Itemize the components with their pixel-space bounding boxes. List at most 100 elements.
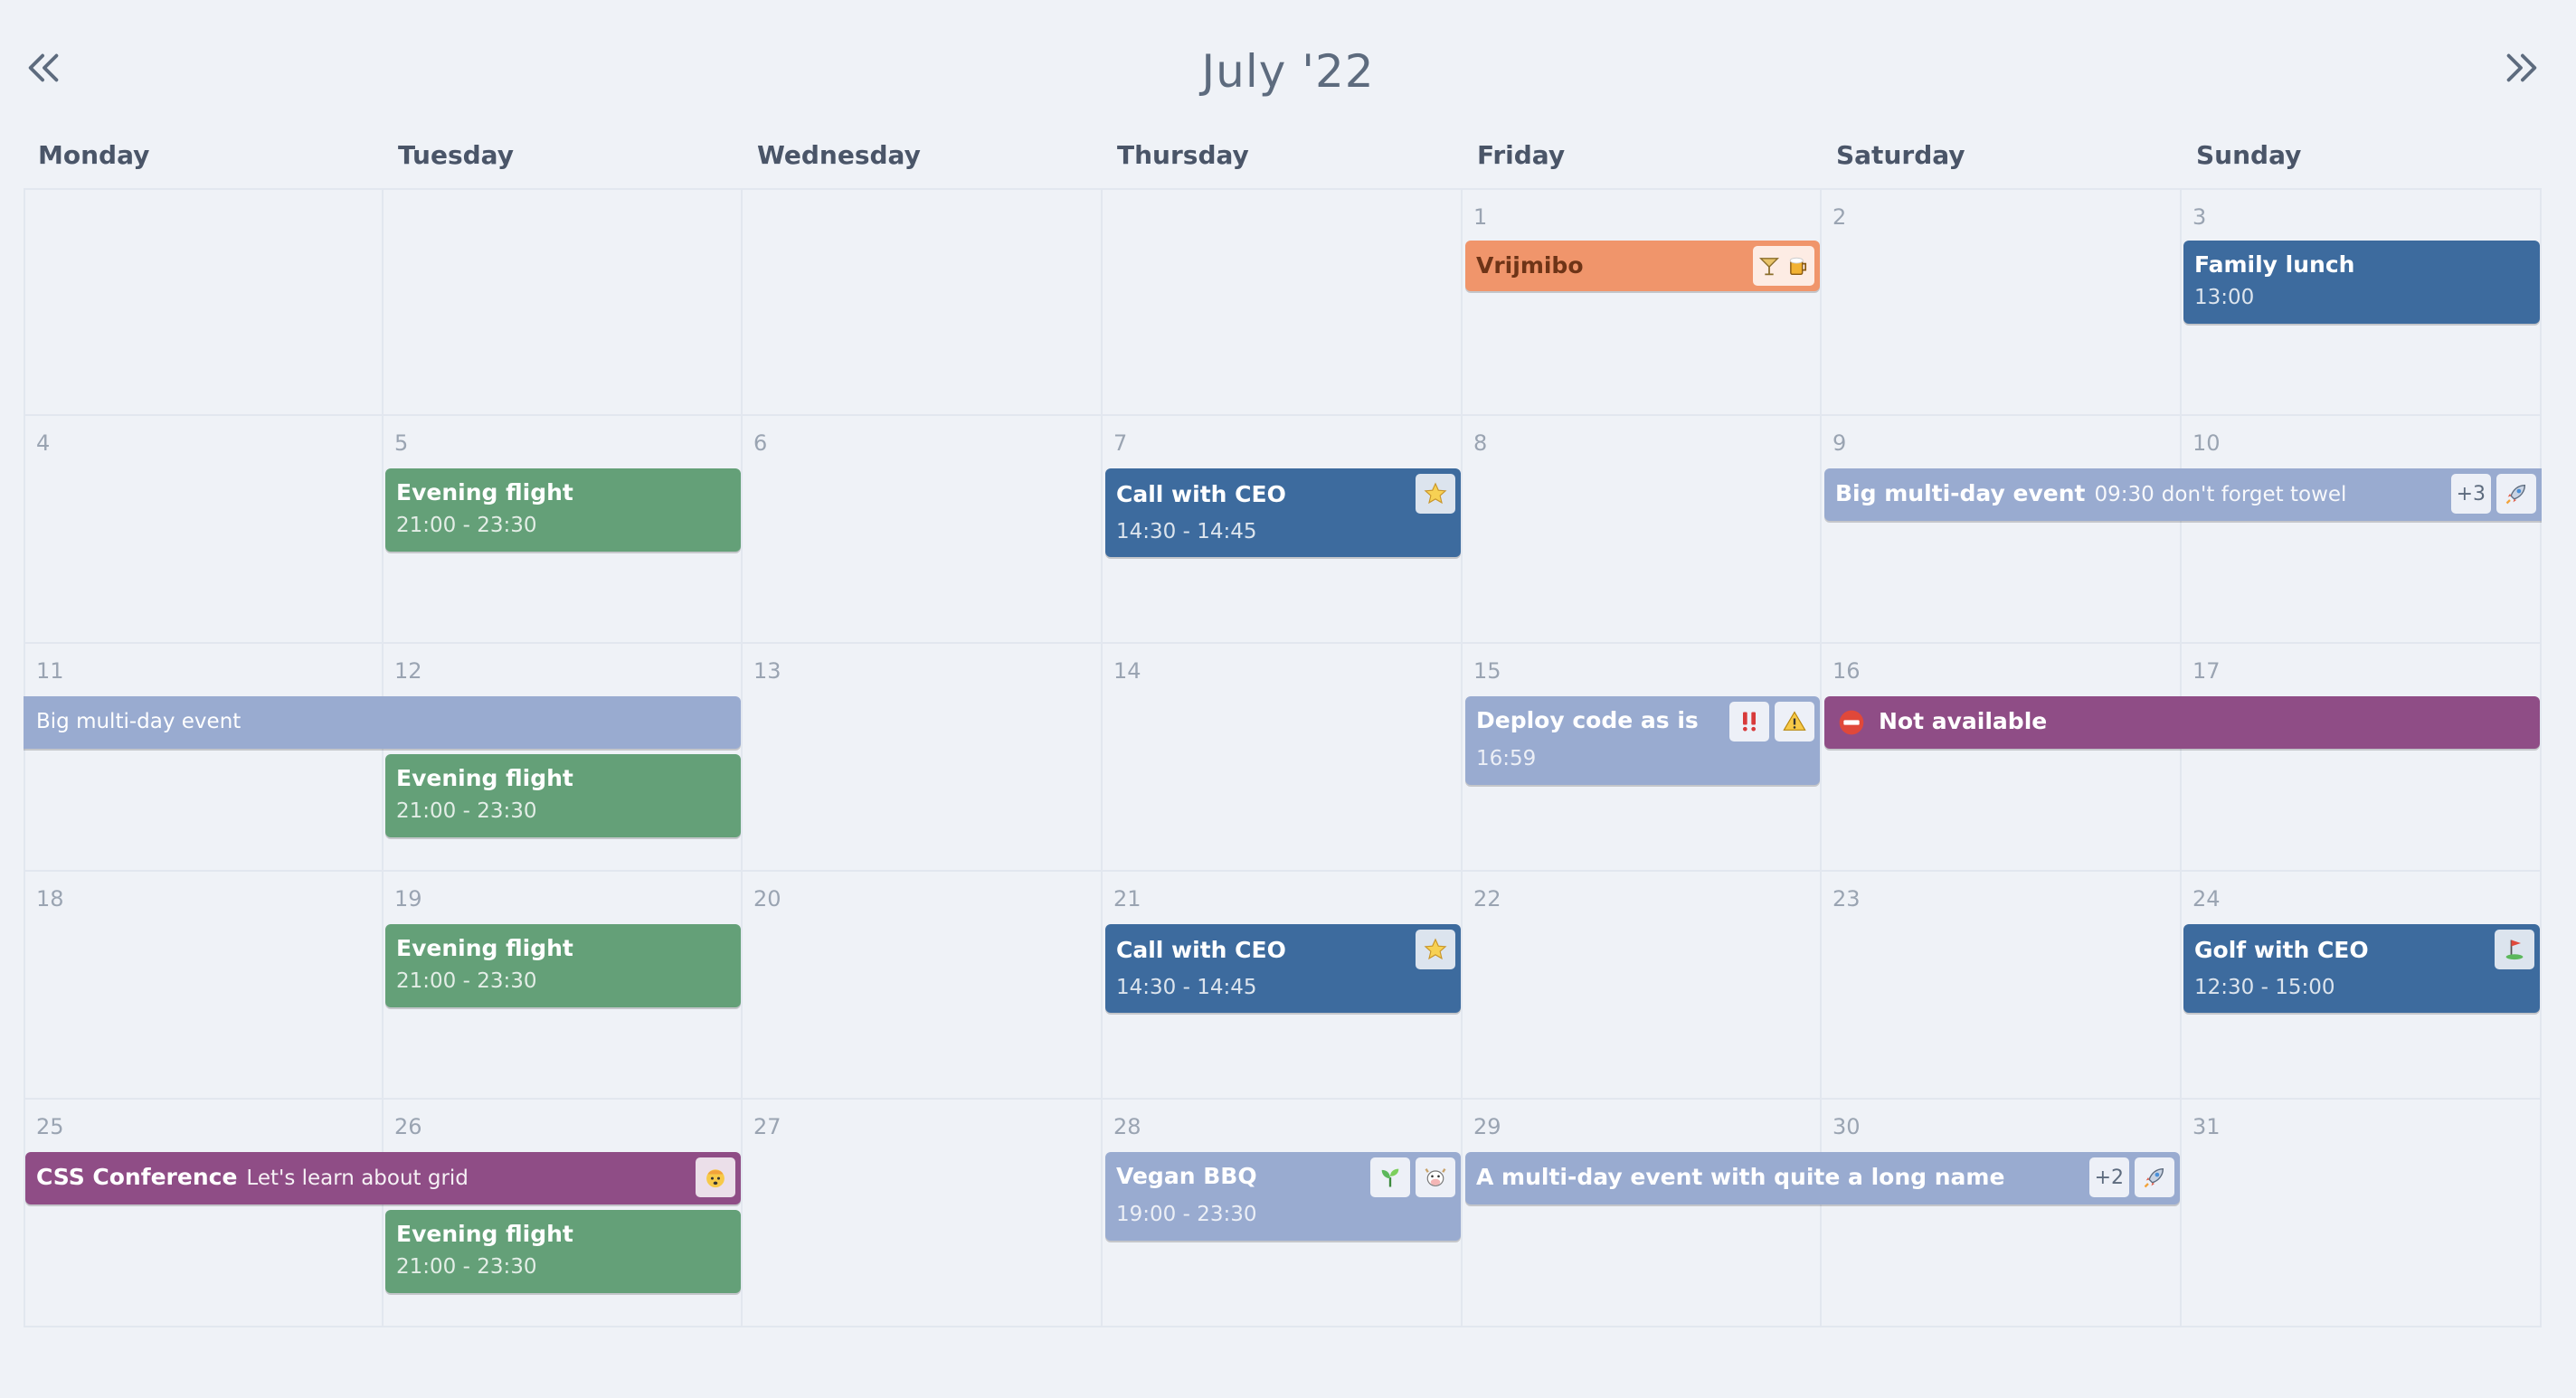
day-number: 12 (394, 658, 422, 684)
event-time: 16:59 (1476, 747, 1537, 770)
day-cell-1[interactable]: 1 (1463, 188, 1822, 416)
icon-badge (1416, 474, 1455, 514)
event-long-multi-day[interactable]: A multi-day event with quite a long name… (1465, 1152, 2180, 1204)
event-icons (1370, 1157, 1455, 1197)
event-note: Let's learn about grid (246, 1167, 469, 1190)
event-evening-flight[interactable]: Evening flight 21:00 - 23:30 (385, 468, 741, 552)
event-title: Vrijmibo (1476, 252, 1584, 279)
day-cell-25[interactable]: 25 (24, 1100, 384, 1327)
day-number: 10 (2192, 430, 2221, 456)
event-icons (1416, 930, 1455, 969)
day-cell-20[interactable]: 20 (743, 872, 1103, 1100)
day-number: 23 (1833, 886, 1861, 912)
calendar-grid: Monday Tuesday Wednesday Thursday Friday… (24, 127, 2542, 1327)
day-number: 2 (1833, 204, 1847, 230)
day-cell-14[interactable]: 14 (1103, 644, 1463, 872)
day-number: 7 (1113, 430, 1128, 456)
icon-badge (1775, 702, 1814, 742)
event-golf-with-ceo[interactable]: Golf with CEO 12:30 - 15:00 (2183, 924, 2540, 1013)
event-icons: +3 (2450, 474, 2536, 514)
month-title: July '22 (1201, 45, 1375, 98)
event-big-multi-day-continued[interactable]: Big multi-day event (24, 696, 741, 749)
event-title-line: CSS Conference Let's learn about grid (36, 1152, 469, 1204)
day-cell-18[interactable]: 18 (24, 872, 384, 1100)
icon-badge (1729, 702, 1769, 742)
weekday-thursday: Thursday (1117, 140, 1249, 170)
day-number: 3 (2192, 204, 2207, 230)
event-icons (1729, 702, 1814, 742)
event-time: 14:30 - 14:45 (1116, 976, 1257, 999)
event-time: 21:00 - 23:30 (396, 799, 537, 823)
weekday-monday: Monday (38, 140, 150, 170)
day-number: 21 (1113, 886, 1141, 912)
event-time: 09:30 (2094, 483, 2155, 506)
event-big-multi-day[interactable]: Big multi-day event 09:30 don't forget tow… (1824, 468, 2542, 521)
weekday-saturday: Saturday (1836, 140, 1965, 170)
day-number: 11 (36, 658, 64, 684)
day-cell-2[interactable]: 2 (1822, 188, 2182, 416)
day-cell-10[interactable]: 10 (2182, 416, 2542, 644)
event-title: Call with CEO (1116, 481, 1286, 507)
event-icons (1416, 474, 1455, 514)
more-count-badge[interactable]: +2 (2088, 1157, 2129, 1197)
event-css-conference[interactable]: CSS Conference Let's learn about grid (25, 1152, 741, 1204)
no-entry-icon (1839, 710, 1864, 735)
icon-badge (1416, 1157, 1455, 1197)
day-cell-6[interactable]: 6 (743, 416, 1103, 644)
day-number: 4 (36, 430, 51, 456)
day-cell-8[interactable]: 8 (1463, 416, 1822, 644)
more-count-badge[interactable]: +3 (2450, 474, 2491, 514)
next-month-button[interactable] (2489, 36, 2552, 99)
icon-badge (696, 1157, 735, 1197)
day-number: 8 (1473, 430, 1488, 456)
event-title: Big multi-day event (1835, 480, 2086, 506)
day-cell-16[interactable]: 16 (1822, 644, 2182, 872)
day-cell-4[interactable]: 4 (24, 416, 384, 644)
event-time: 21:00 - 23:30 (396, 1255, 537, 1279)
weekday-wednesday: Wednesday (757, 140, 921, 170)
double-chevron-right-icon (2506, 53, 2537, 82)
day-number: 18 (36, 886, 64, 912)
event-call-with-ceo[interactable]: Call with CEO 14:30 - 14:45 (1105, 924, 1461, 1013)
day-number: 28 (1113, 1114, 1141, 1139)
event-evening-flight[interactable]: Evening flight 21:00 - 23:30 (385, 754, 741, 837)
event-call-with-ceo[interactable]: Call with CEO 14:30 - 14:45 (1105, 468, 1461, 557)
day-cell-30[interactable]: 30 (1822, 1100, 2182, 1327)
icon-group (1753, 246, 1814, 286)
event-family-lunch[interactable]: Family lunch 13:00 (2183, 241, 2540, 324)
day-cell-13[interactable]: 13 (743, 644, 1103, 872)
event-title: Evening flight (396, 1221, 573, 1247)
day-number: 17 (2192, 658, 2221, 684)
event-title: Call with CEO (1116, 937, 1286, 963)
event-icons (1753, 246, 1814, 286)
beer-icon (1789, 257, 1807, 276)
event-evening-flight[interactable]: Evening flight 21:00 - 23:30 (385, 924, 741, 1007)
day-number: 29 (1473, 1114, 1501, 1139)
day-cell-17[interactable]: 17 (2182, 644, 2542, 872)
event-evening-flight[interactable]: Evening flight 21:00 - 23:30 (385, 1210, 741, 1293)
event-time: 21:00 - 23:30 (396, 514, 537, 537)
mind-blown-icon (706, 1169, 724, 1188)
day-cell-11[interactable]: 11 (24, 644, 384, 872)
event-vrijmibo[interactable]: Vrijmibo (1465, 241, 1820, 291)
rocket-icon (2505, 484, 2526, 505)
event-time: 12:30 - 15:00 (2194, 976, 2335, 999)
icon-badge (1370, 1157, 1410, 1197)
star-icon (1424, 938, 1447, 960)
event-deploy-code[interactable]: Deploy code as is 16:59 (1465, 696, 1820, 785)
seedling-icon (1381, 1168, 1399, 1187)
event-title-line: Big multi-day event 09:30 don't forget tow… (1835, 468, 2346, 520)
star-icon (1424, 482, 1447, 505)
day-cell-23[interactable]: 23 (1822, 872, 2182, 1100)
event-vegan-bbq[interactable]: Vegan BBQ 19:00 - 23:30 (1105, 1152, 1461, 1241)
calendar-header: July '22 (0, 0, 2576, 118)
day-cell-29[interactable]: 29 (1463, 1100, 1822, 1327)
day-cell-22[interactable]: 22 (1463, 872, 1822, 1100)
day-cell-31[interactable]: 31 (2182, 1100, 2542, 1327)
event-time: 21:00 - 23:30 (396, 969, 537, 993)
day-cell-empty (743, 188, 1103, 416)
event-not-available[interactable]: Not available (1824, 696, 2540, 749)
day-cell-9[interactable]: 9 (1822, 416, 2182, 644)
day-number: 5 (394, 430, 409, 456)
day-cell-27[interactable]: 27 (743, 1100, 1103, 1327)
